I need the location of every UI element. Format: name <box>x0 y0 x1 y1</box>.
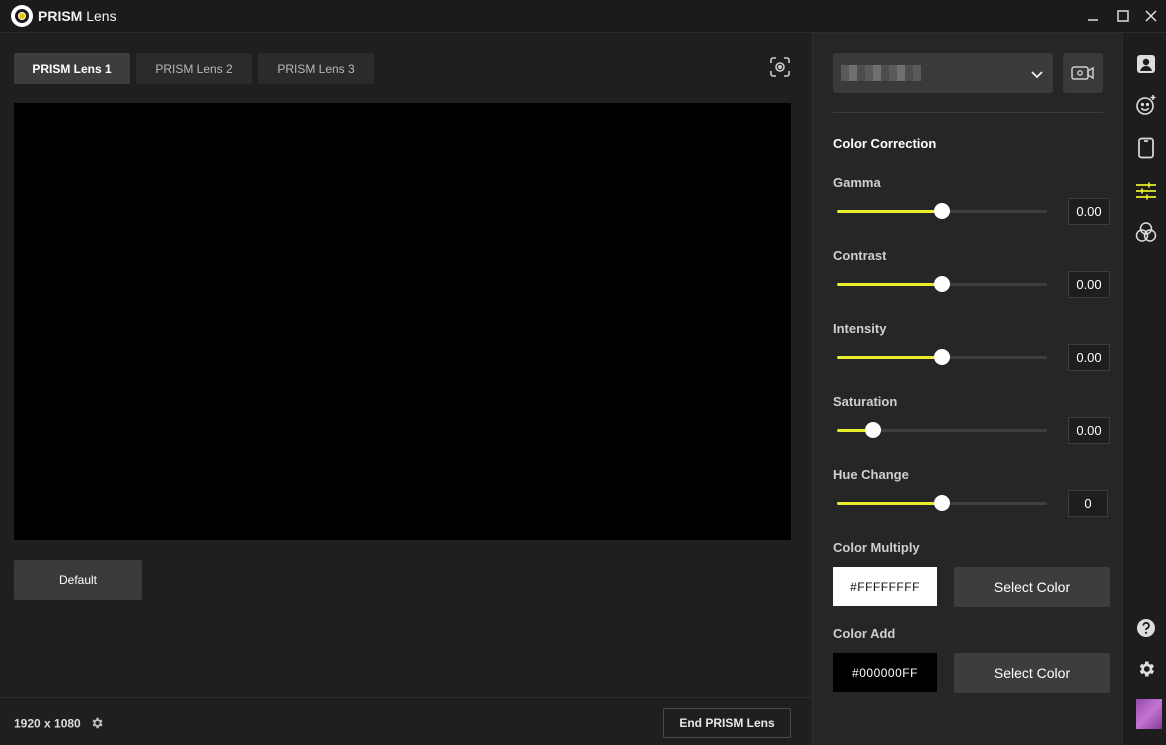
color-add-label: Color Add <box>833 626 896 641</box>
tab-prism-lens-3[interactable]: PRISM Lens 3 <box>258 53 374 84</box>
intensity-slider[interactable] <box>837 349 1047 365</box>
slider-thumb[interactable] <box>934 349 950 365</box>
tab-prism-lens-2[interactable]: PRISM Lens 2 <box>136 53 252 84</box>
slider-thumb[interactable] <box>934 276 950 292</box>
color-multiply-label: Color Multiply <box>833 540 920 555</box>
saturation-label: Saturation <box>833 394 898 409</box>
camera-preview <box>14 103 791 540</box>
device-name-redacted <box>841 65 921 81</box>
profile-icon[interactable] <box>1135 53 1157 75</box>
close-icon[interactable] <box>1138 4 1164 28</box>
face-effect-icon[interactable] <box>1135 94 1157 116</box>
icon-rail <box>1122 33 1166 745</box>
intensity-label: Intensity <box>833 321 887 336</box>
color-multiply-select-button[interactable]: Select Color <box>954 567 1110 607</box>
main-area: PRISM Lens 1 PRISM Lens 2 PRISM Lens 3 D… <box>0 33 812 745</box>
prism-logo-icon <box>11 5 33 27</box>
intensity-value[interactable]: 0.00 <box>1068 344 1110 371</box>
gamma-slider[interactable] <box>837 203 1047 219</box>
tab-prism-lens-1[interactable]: PRISM Lens 1 <box>14 53 130 84</box>
end-prism-lens-button[interactable]: End PRISM Lens <box>663 708 791 738</box>
user-avatar[interactable] <box>1136 699 1162 729</box>
saturation-slider[interactable] <box>837 422 1047 438</box>
gamma-value[interactable]: 0.00 <box>1068 198 1110 225</box>
divider <box>833 112 1103 113</box>
default-button[interactable]: Default <box>14 560 142 600</box>
camera-settings-icon <box>1071 66 1094 80</box>
hue-change-label: Hue Change <box>833 467 909 482</box>
color-multiply-swatch[interactable]: #FFFFFFFF <box>833 567 937 606</box>
saturation-value[interactable]: 0.00 <box>1068 417 1110 444</box>
title-bar: PRISM Lens <box>0 0 1166 33</box>
resolution-label: 1920 x 1080 <box>14 716 104 733</box>
maximize-icon[interactable] <box>1110 4 1136 28</box>
slider-thumb[interactable] <box>864 422 881 438</box>
screenshot-icon[interactable] <box>768 55 792 79</box>
contrast-slider[interactable] <box>837 276 1047 292</box>
slider-thumb[interactable] <box>934 495 950 511</box>
contrast-label: Contrast <box>833 248 887 263</box>
hue-change-slider[interactable] <box>837 495 1047 511</box>
camera-device-select[interactable] <box>833 53 1053 93</box>
color-add-select-button[interactable]: Select Color <box>954 653 1110 693</box>
status-bar: 1920 x 1080 End PRISM Lens <box>0 697 812 745</box>
settings-panel: Color Correction Gamma 0.00 Contrast 0.0… <box>812 33 1122 745</box>
hue-change-value[interactable]: 0 <box>1068 490 1108 517</box>
contrast-value[interactable]: 0.00 <box>1068 271 1110 298</box>
camera-settings-button[interactable] <box>1063 53 1103 93</box>
color-circles-icon[interactable] <box>1135 221 1157 243</box>
phone-frame-icon[interactable] <box>1135 137 1157 159</box>
color-add-swatch[interactable]: #000000FF <box>833 653 937 692</box>
section-title: Color Correction <box>833 136 937 151</box>
slider-thumb[interactable] <box>934 203 950 219</box>
minimize-icon[interactable] <box>1080 4 1106 28</box>
sliders-icon[interactable] <box>1135 180 1157 202</box>
settings-icon[interactable] <box>1135 658 1157 680</box>
chevron-down-icon <box>1031 67 1043 85</box>
help-icon[interactable] <box>1135 617 1157 639</box>
app-title: PRISM Lens <box>38 8 117 24</box>
settings-icon[interactable] <box>90 716 104 733</box>
gamma-label: Gamma <box>833 175 881 190</box>
